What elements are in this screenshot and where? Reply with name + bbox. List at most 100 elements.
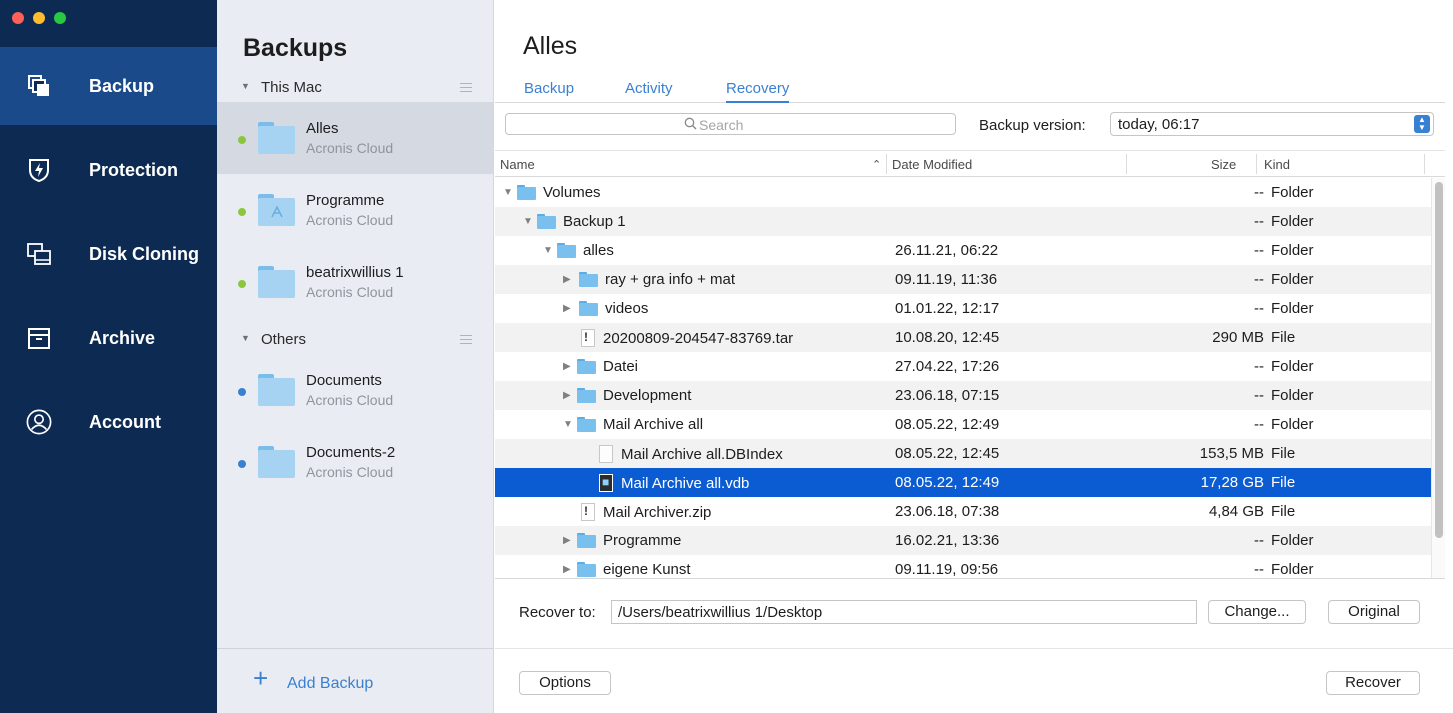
backup-item-documents[interactable]: Documents Acronis Cloud [217, 354, 494, 426]
group-others[interactable]: ▼ Others [217, 328, 494, 354]
nav-label: Backup [89, 75, 155, 96]
folder-icon [577, 388, 596, 403]
search-input[interactable]: Search [505, 113, 956, 135]
hamburger-menu-icon[interactable] [460, 80, 472, 95]
table-row[interactable]: ! Mail Archiver.zip 23.06.18, 07:38 4,84 … [495, 497, 1431, 526]
window-controls [12, 12, 66, 24]
backup-version-select[interactable]: today, 06:17 ▲ ▼ [1110, 112, 1434, 136]
table-row[interactable]: ! 20200809-204547-83769.tar 10.08.20, 12:… [495, 323, 1431, 352]
disclosure-triangle-icon[interactable]: ▼ [241, 333, 250, 343]
vertical-scrollbar[interactable] [1431, 178, 1445, 578]
folder-icon [577, 533, 596, 548]
disclosure-right-icon[interactable]: ▶ [563, 303, 577, 314]
table-row[interactable]: Mail Archive all.DBIndex 08.05.22, 12:45… [495, 439, 1431, 468]
original-button[interactable]: Original [1328, 600, 1420, 624]
tab-recovery[interactable]: Recovery [726, 80, 790, 103]
tab-activity[interactable]: Activity [625, 80, 673, 103]
backup-location: Acronis Cloud [306, 464, 394, 480]
group-this-mac[interactable]: ▼ This Mac [217, 76, 494, 102]
backup-name: Alles [306, 120, 339, 137]
add-backup-button[interactable]: + Add Backup [217, 648, 494, 713]
backup-item-beatrixwillius-1[interactable]: beatrixwillius 1 Acronis Cloud [217, 246, 494, 318]
divider [495, 648, 1453, 649]
folder-icon [258, 374, 295, 406]
table-row[interactable]: ▼ Mail Archive all 08.05.22, 12:49 -- Fol… [495, 410, 1431, 439]
column-header-size[interactable]: Size [1211, 157, 1236, 172]
row-name: 20200809-204547-83769.tar [603, 329, 794, 347]
backup-item-alles[interactable]: Alles Acronis Cloud [217, 102, 494, 174]
row-date: 16.02.21, 13:36 [895, 532, 1000, 549]
table-row[interactable]: ▶ Programme 16.02.21, 13:36 -- Folder [495, 526, 1431, 555]
status-dot [238, 460, 246, 468]
row-size: -- [1254, 300, 1264, 317]
nav-item-disk-cloning[interactable]: Disk Cloning [0, 215, 217, 293]
backup-item-documents-2[interactable]: Documents-2 Acronis Cloud [217, 426, 494, 498]
table-row[interactable]: ▶ eigene Kunst 09.11.19, 09:56 -- Folder [495, 555, 1431, 578]
row-kind: Folder [1271, 416, 1314, 433]
table-row[interactable]: ▶ videos 01.01.22, 12:17 -- Folder [495, 294, 1431, 323]
table-header: Name ⌃ Date Modified Size Kind [495, 150, 1445, 177]
table-row[interactable]: ▶ Development 23.06.18, 07:15 -- Folder [495, 381, 1431, 410]
nav-item-account[interactable]: Account [0, 383, 217, 461]
nav-item-protection[interactable]: Protection [0, 131, 217, 209]
row-size: 153,5 MB [1199, 445, 1264, 462]
scrollbar-thumb[interactable] [1435, 182, 1443, 538]
disclosure-triangle-icon[interactable]: ▼ [241, 81, 250, 91]
recover-to-label: Recover to: [519, 604, 596, 621]
options-button[interactable]: Options [519, 671, 611, 695]
folder-icon [517, 185, 536, 200]
maximize-window-button[interactable] [54, 12, 66, 24]
close-window-button[interactable] [12, 12, 24, 24]
change-button[interactable]: Change... [1208, 600, 1306, 624]
disclosure-right-icon[interactable]: ▶ [563, 274, 577, 285]
sort-ascending-icon[interactable]: ⌃ [872, 158, 881, 171]
table-row[interactable]: ▼ Volumes -- Folder [495, 178, 1431, 207]
backup-version-label: Backup version: [979, 117, 1086, 134]
unknown-file-icon: ! [581, 503, 595, 521]
add-backup-label: Add Backup [287, 675, 374, 692]
nav-item-archive[interactable]: Archive [0, 299, 217, 377]
row-name: Datei [603, 358, 639, 375]
row-name: Backup 1 [563, 213, 626, 230]
recover-to-path-field[interactable]: /Users/beatrixwillius 1/Desktop [611, 600, 1197, 624]
divider [495, 578, 1445, 579]
row-size: -- [1254, 184, 1264, 201]
row-name: videos [605, 300, 649, 317]
disclosure-down-icon[interactable]: ▼ [503, 187, 517, 198]
disclosure-right-icon[interactable]: ▶ [563, 535, 577, 546]
disclosure-down-icon[interactable]: ▼ [523, 216, 537, 227]
row-date: 08.05.22, 12:49 [895, 474, 1000, 491]
table-row[interactable]: ▶ ray + gra info + mat 09.11.19, 11:36 --… [495, 265, 1431, 294]
disclosure-right-icon[interactable]: ▶ [563, 390, 577, 401]
column-header-name[interactable]: Name [500, 157, 535, 172]
row-kind: Folder [1271, 184, 1314, 201]
table-row-selected[interactable]: ■ Mail Archive all.vdb 08.05.22, 12:49 17… [495, 468, 1431, 497]
row-name: Programme [603, 532, 682, 549]
row-kind: Folder [1271, 532, 1314, 549]
recover-button[interactable]: Recover [1326, 671, 1420, 695]
table-row[interactable]: ▶ Datei 27.04.22, 17:26 -- Folder [495, 352, 1431, 381]
row-name: alles [583, 242, 614, 259]
table-row[interactable]: ▼ alles 26.11.21, 06:22 -- Folder [495, 236, 1431, 265]
tab-backup[interactable]: Backup [524, 80, 574, 103]
disclosure-down-icon[interactable]: ▼ [543, 245, 557, 256]
column-header-kind[interactable]: Kind [1264, 157, 1290, 172]
nav-label: Archive [89, 327, 156, 348]
minimize-window-button[interactable] [33, 12, 45, 24]
row-name: Volumes [543, 184, 601, 201]
table-row[interactable]: ▼ Backup 1 -- Folder [495, 207, 1431, 236]
plus-icon: + [253, 663, 269, 693]
hamburger-menu-icon[interactable] [460, 332, 472, 347]
folder-icon [577, 562, 596, 577]
disclosure-down-icon[interactable]: ▼ [563, 419, 577, 430]
user-circle-icon [26, 409, 52, 435]
nav-label: Account [89, 411, 161, 432]
folder-icon [258, 446, 295, 478]
disclosure-right-icon[interactable]: ▶ [563, 564, 577, 575]
backup-location: Acronis Cloud [306, 212, 394, 228]
nav-item-backup[interactable]: Backup [0, 47, 217, 125]
disclosure-right-icon[interactable]: ▶ [563, 361, 577, 372]
up-down-chevron-icon: ▲ ▼ [1414, 115, 1430, 133]
backup-item-programme[interactable]: Programme Acronis Cloud [217, 174, 494, 246]
column-header-date[interactable]: Date Modified [892, 157, 972, 172]
